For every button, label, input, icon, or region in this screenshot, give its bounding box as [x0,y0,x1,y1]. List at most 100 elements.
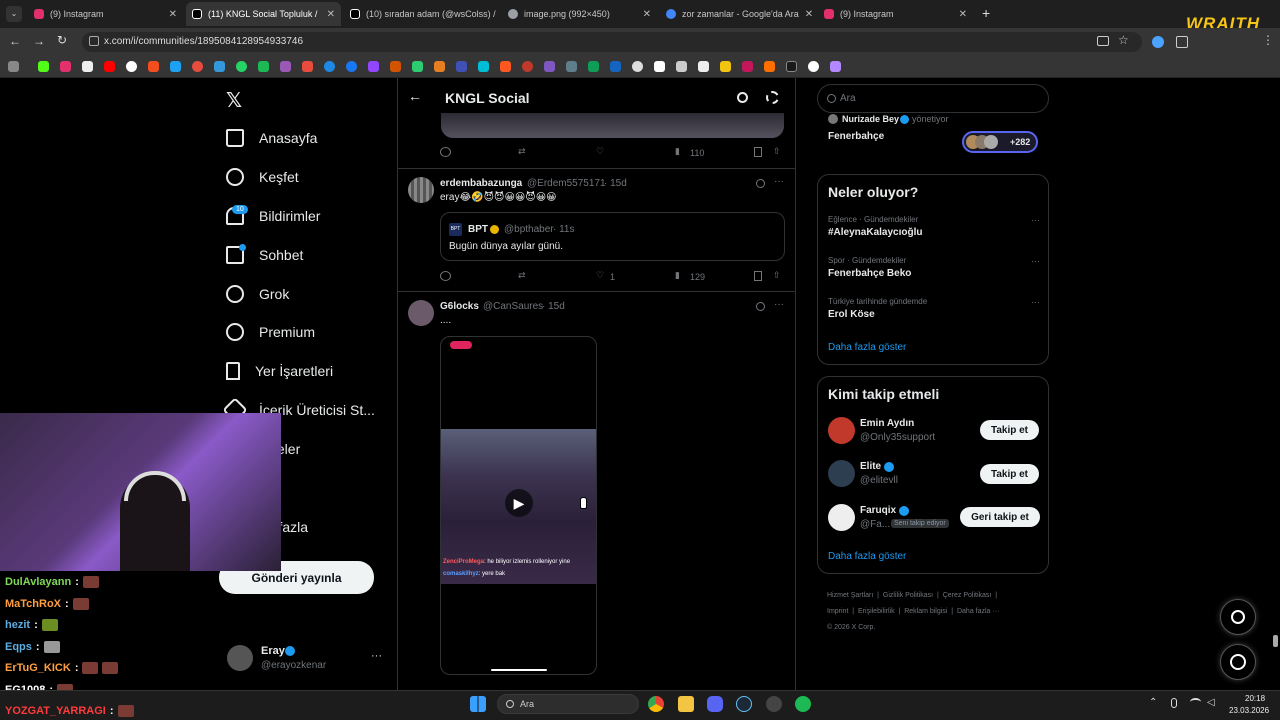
taskbar-date[interactable]: 23.03.2026 [1229,706,1269,715]
tweet-avatar[interactable] [408,300,434,326]
bookmark-icon[interactable] [192,61,203,72]
x-logo-icon[interactable]: 𝕏 [226,88,242,113]
community-name[interactable]: Fenerbahçe [828,131,884,142]
footer-link[interactable]: Gizlilik Politikası [883,592,933,599]
follow-button[interactable]: Takip et [980,420,1039,440]
trend-more-icon[interactable]: ··· [1031,215,1040,225]
site-info-icon[interactable] [89,36,99,46]
windows-start-icon[interactable] [470,696,486,712]
repost-icon[interactable]: ⇄ [518,270,526,281]
footer-link[interactable]: Çerez Politikası [943,592,992,599]
close-icon[interactable]: ✕ [805,9,813,20]
views-icon[interactable]: ▮ [675,270,680,281]
tweet-author-name[interactable]: G6locks [440,301,479,312]
tray-chevron-icon[interactable]: ⌃ [1149,697,1157,708]
bookmark-icon[interactable] [104,61,115,72]
trend-item[interactable]: Eğlence · Gündemdekiler #AleynaKalaycıoğ… [828,215,1040,238]
wifi-icon[interactable] [1190,698,1201,706]
bookmark-icon[interactable] [412,61,423,72]
close-icon[interactable]: ✕ [959,9,967,20]
messages-float-button[interactable] [1220,644,1256,680]
like-icon[interactable]: ♡ [596,146,604,157]
tweet-video[interactable]: ▶ ZenciProMega: he biliyor izlemis rolle… [440,336,597,675]
close-icon[interactable]: ✕ [327,9,335,20]
reload-icon[interactable]: ↻ [57,33,67,47]
tab-search-button[interactable]: ⌄ [6,6,22,22]
footer-link[interactable]: Hizmet Şartları [827,592,873,599]
account-avatar[interactable] [227,645,253,671]
bookmark-icon[interactable] [588,61,599,72]
bookmark-icon[interactable] [500,61,511,72]
bookmark-icon[interactable] [632,61,643,72]
trend-item[interactable]: Spor · Gündemdekiler Fenerbahçe Beko ··· [828,256,1040,279]
bookmark-icon[interactable] [368,61,379,72]
trend-more-icon[interactable]: ··· [1031,297,1040,307]
browser-tab[interactable]: image.png (992×450) ✕ [502,2,657,26]
tweet-author-handle[interactable]: @Erdem5575171 [527,178,606,189]
browser-tab[interactable]: (9) Instagram ✕ [818,2,973,26]
follow-button[interactable]: Takip et [980,464,1039,484]
extension-icon[interactable] [1152,36,1164,48]
reply-icon[interactable] [440,147,451,157]
bookmark-icon[interactable] [324,61,335,72]
community-members[interactable]: +282 [962,131,1038,153]
user-name[interactable]: Elite [860,461,881,472]
bookmark-icon[interactable] [456,61,467,72]
user-handle[interactable]: @elitevll [860,475,898,486]
tweet-more-icon[interactable]: ··· [774,299,784,310]
bookmark-icon[interactable] [126,61,137,72]
bookmark-icon[interactable] [214,61,225,72]
new-tab-button[interactable]: + [982,5,990,21]
grok-icon[interactable] [756,302,765,311]
scrollbar[interactable] [1273,635,1278,647]
nav-bookmarks[interactable]: Yer İşaretleri [226,357,333,385]
bookmark-icon[interactable] [654,61,665,72]
browser-tab[interactable]: (10) sıradan adam (@wsColss) /✕ [344,2,499,26]
back-arrow-icon[interactable]: ← [9,34,21,48]
share-icon[interactable]: ⇧ [773,270,781,281]
bookmark-icon[interactable] [808,61,819,72]
browser-tab-active[interactable]: (11) KNGL Social Topluluk / ✕ [186,2,341,26]
show-more-link[interactable]: Daha fazla göster [828,342,906,353]
nav-premium[interactable]: Premium [226,318,315,346]
bookmark-icon[interactable] [390,61,401,72]
settings-app-icon[interactable] [766,696,782,712]
community-manager-name[interactable]: Nurizade Bey [842,114,899,124]
bookmark-icon[interactable] [522,61,533,72]
user-handle[interactable]: @Fa... [860,519,890,530]
bookmark-icon[interactable] [302,61,313,72]
tweet-time[interactable]: · 15d [542,301,565,312]
puzzle-icon[interactable] [1176,36,1188,48]
user-avatar[interactable] [828,504,855,531]
tweet-author-handle[interactable]: @CanSaures [483,301,543,312]
bookmark-icon[interactable] [676,61,687,72]
bookmark-icon[interactable] [148,61,159,72]
chrome-icon[interactable] [648,696,664,712]
bookmark-icon[interactable] [720,61,731,72]
gear-icon[interactable] [766,91,779,104]
quote-tweet[interactable]: BPT BPT @bpthaber · 11s Bugün dünya ayıl… [440,212,785,261]
repost-icon[interactable]: ⇄ [518,146,526,157]
views-icon[interactable]: ▮ [675,146,680,157]
trend-more-icon[interactable]: ··· [1031,256,1040,266]
nav-grok[interactable]: Grok [222,280,289,308]
search-input[interactable]: Ara [817,84,1049,113]
bookmark-icon[interactable] [38,61,49,72]
user-name[interactable]: Faruqix [860,505,896,516]
address-bar[interactable]: x.com/i/communities/1895084128954933746 [82,32,1142,52]
account-more-button[interactable]: ··· [371,650,382,662]
nav-chat[interactable]: Sohbet [226,241,303,269]
share-icon[interactable]: ⇧ [773,146,781,157]
footer-link[interactable]: Erişilebilirlik [858,608,895,615]
bookmark-icon[interactable] [258,61,269,72]
tweet-avatar[interactable] [408,177,434,203]
grok-float-button[interactable] [1220,599,1256,635]
footer-link[interactable]: Imprint [827,608,848,615]
user-handle[interactable]: @Only35support [860,432,935,443]
nav-home[interactable]: Anasayfa [226,124,317,152]
taskbar-search[interactable]: Ara [497,694,639,714]
follow-back-button[interactable]: Geri takip et [960,507,1040,527]
bookmark-icon[interactable] [478,61,489,72]
bookmark-icon[interactable] [170,61,181,72]
like-icon[interactable]: ♡ [596,270,604,281]
